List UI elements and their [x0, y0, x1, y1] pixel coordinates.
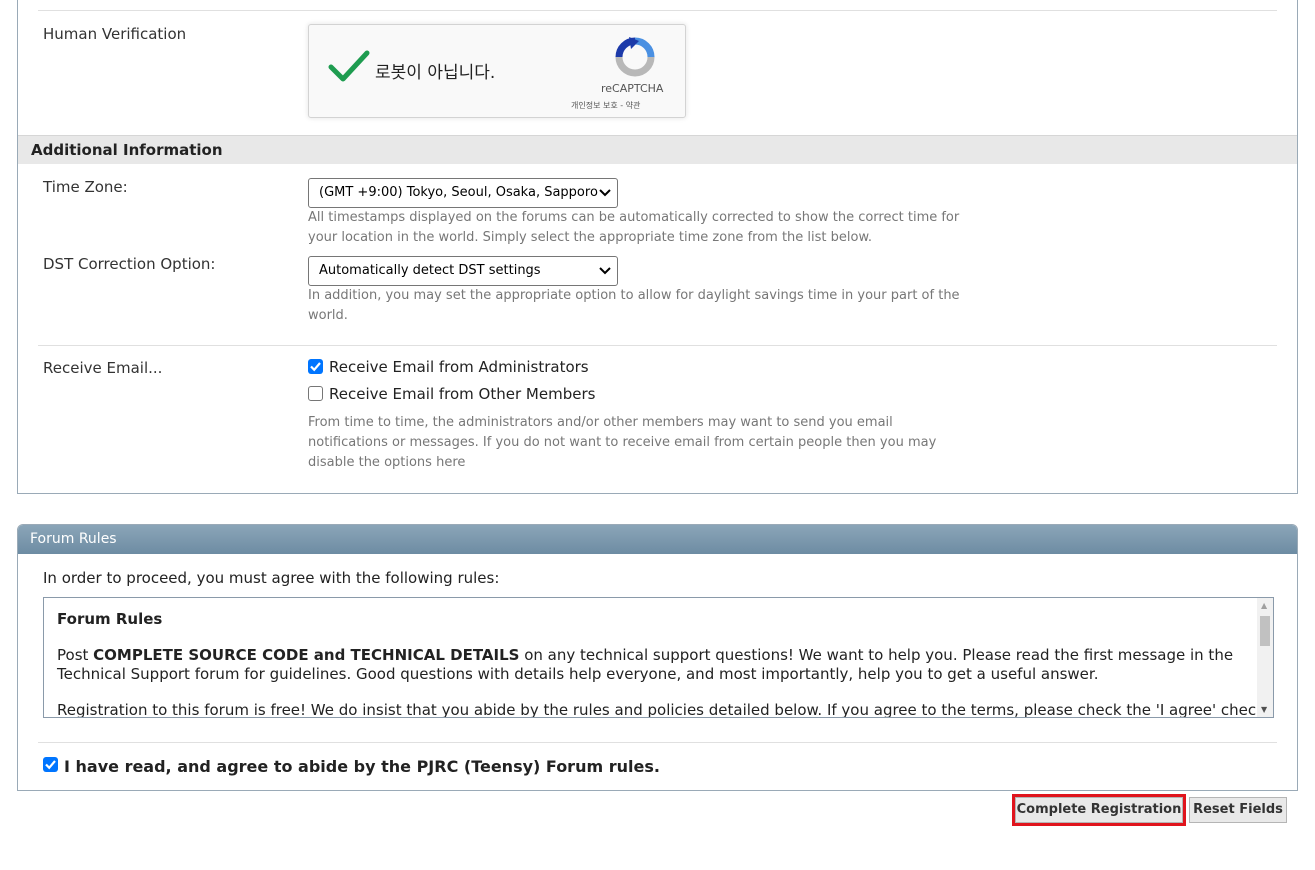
timezone-desc-line: All timestamps displayed on the forums c…	[308, 210, 960, 225]
checkmark-icon[interactable]	[327, 47, 371, 87]
email-desc-line: disable the options here	[308, 455, 466, 470]
scroll-up-icon[interactable]: ▲	[1261, 601, 1267, 610]
timezone-selected: (GMT +9:00) Tokyo, Seoul, Osaka, Sapporo	[319, 185, 598, 200]
rules-text: Post	[57, 646, 94, 664]
recaptcha-logo-icon	[615, 37, 655, 77]
divider	[38, 742, 1277, 743]
agree-label[interactable]: I have read, and agree to abide by the P…	[64, 757, 660, 776]
additional-info-heading: Additional Information	[18, 135, 1297, 164]
scroll-thumb[interactable]	[1260, 616, 1270, 646]
forum-rules-panel: Forum Rules In order to proceed, you mus…	[17, 524, 1298, 791]
members-email-checkbox[interactable]	[308, 386, 323, 401]
admin-email-label[interactable]: Receive Email from Administrators	[329, 358, 589, 376]
human-verification-label: Human Verification	[43, 25, 187, 43]
registration-panel: Human Verification 로봇이 아닙니다. reCAPTCHA 개…	[17, 0, 1298, 494]
timezone-description: All timestamps displayed on the forums c…	[308, 208, 959, 248]
divider	[38, 10, 1277, 11]
check-icon	[310, 362, 321, 372]
email-description: From time to time, the administrators an…	[308, 413, 936, 473]
timezone-desc-line: your location in the world. Simply selec…	[308, 230, 873, 245]
recaptcha-widget[interactable]: 로봇이 아닙니다. reCAPTCHA 개인정보 보호 - 약관	[308, 24, 686, 118]
divider	[38, 345, 1277, 346]
email-desc-line: From time to time, the administrators an…	[308, 415, 893, 430]
rules-title: Forum Rules	[57, 610, 163, 628]
dst-desc-line: world.	[308, 308, 348, 323]
rules-scrollbar[interactable]: ▲ ▼	[1257, 598, 1273, 717]
check-icon	[45, 760, 56, 770]
timezone-select[interactable]: (GMT +9:00) Tokyo, Seoul, Osaka, Sapporo	[308, 178, 618, 208]
timezone-label: Time Zone:	[43, 178, 128, 196]
reset-fields-button[interactable]: Reset Fields	[1189, 797, 1287, 823]
rules-textbox[interactable]: Forum Rules Post COMPLETE SOURCE CODE an…	[43, 597, 1274, 718]
dst-label: DST Correction Option:	[43, 255, 216, 273]
receive-email-label: Receive Email...	[43, 359, 163, 377]
recaptcha-brand: reCAPTCHA	[601, 82, 664, 95]
recaptcha-links[interactable]: 개인정보 보호 - 약관	[571, 100, 640, 111]
admin-email-checkbox[interactable]	[308, 359, 323, 374]
dst-selected: Automatically detect DST settings	[319, 263, 541, 278]
dst-select[interactable]: Automatically detect DST settings	[308, 256, 618, 286]
chevron-down-icon	[599, 267, 611, 275]
complete-registration-button[interactable]: Complete Registration	[1012, 794, 1186, 826]
captcha-label: 로봇이 아닙니다.	[375, 63, 496, 83]
rules-content: Forum Rules Post COMPLETE SOURCE CODE an…	[57, 610, 1274, 718]
scroll-down-icon[interactable]: ▼	[1261, 705, 1267, 714]
rules-paragraph: Post COMPLETE SOURCE CODE and TECHNICAL …	[57, 646, 1242, 684]
rules-emphasis: COMPLETE SOURCE CODE and TECHNICAL DETAI…	[93, 646, 520, 664]
forum-rules-header: Forum Rules	[18, 525, 1297, 554]
dst-desc-line: In addition, you may set the appropriate…	[308, 288, 960, 303]
rules-intro: In order to proceed, you must agree with…	[43, 569, 500, 587]
dst-description: In addition, you may set the appropriate…	[308, 286, 960, 326]
rules-paragraph: Registration to this forum is free! We d…	[57, 701, 1274, 718]
chevron-down-icon	[599, 189, 611, 197]
agree-checkbox[interactable]	[43, 757, 58, 772]
email-desc-line: notifications or messages. If you do not…	[308, 435, 937, 450]
members-email-label[interactable]: Receive Email from Other Members	[329, 385, 595, 403]
